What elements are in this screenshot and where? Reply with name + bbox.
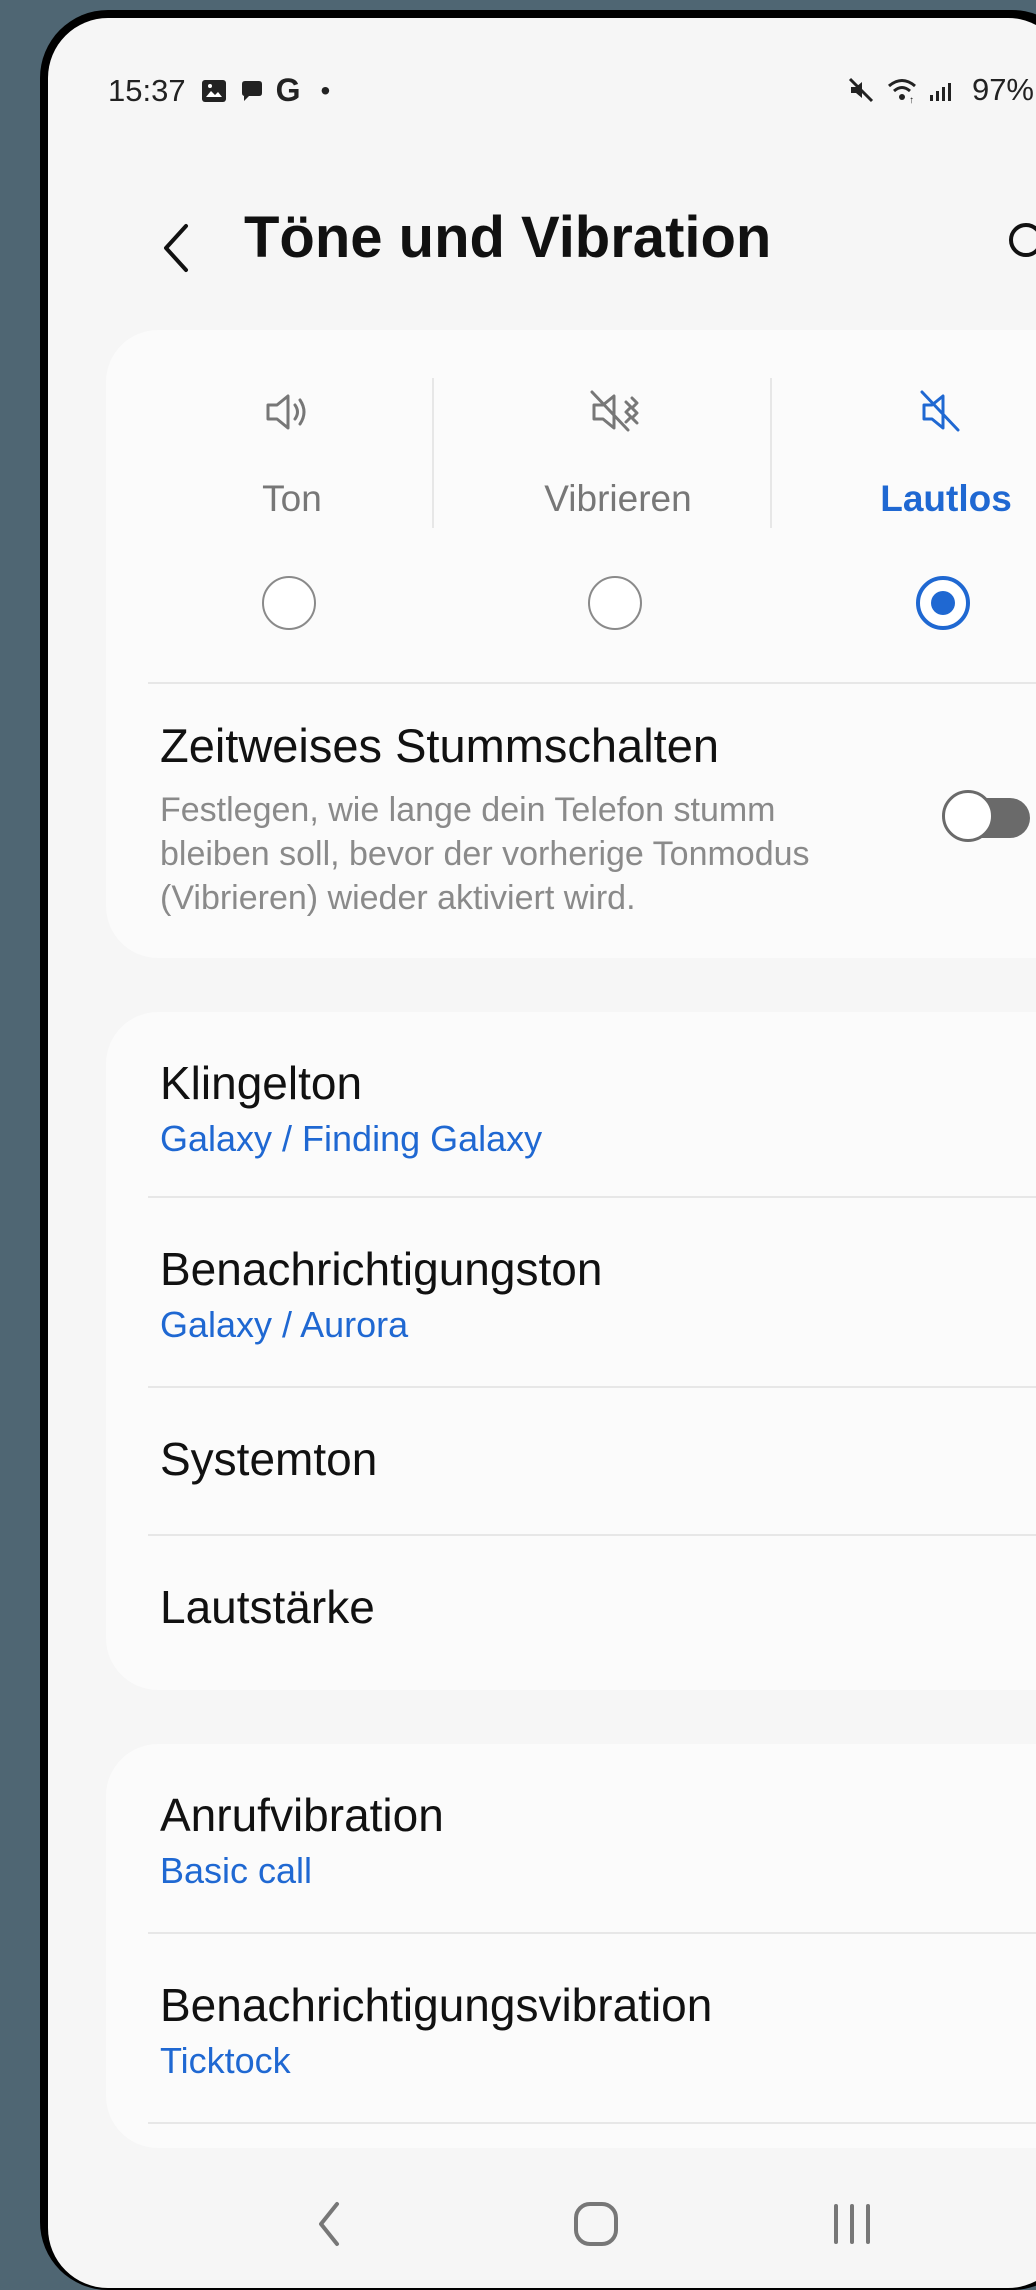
notification-vibration-row[interactable]: Benachrichtigungsvibration Ticktock [106,1934,1036,2124]
silent-mode-radio[interactable] [916,576,970,630]
status-right: ↑ 97% [846,72,1036,108]
status-left: 15:37 G • [108,72,330,109]
row-title: Klingelton [160,1057,363,1109]
vibrate-mode-option[interactable]: Vibrieren [458,330,778,650]
phone-screen: 15:37 G • ↑ 97% Töne und Vibration Ton V… [48,18,1036,2288]
vibration-settings-card: Anrufvibration Basic call Benachrichtigu… [106,1744,1036,2148]
battery-percentage: 97% [971,72,1034,107]
back-button[interactable] [152,218,202,278]
notification-tone-row[interactable]: Benachrichtigungston Galaxy / Aurora [106,1198,1036,1388]
row-subtitle: Galaxy / Aurora [160,1304,409,1345]
nav-back-button[interactable] [290,2184,370,2264]
google-icon: G [275,72,301,108]
temporary-mute-description: Festlegen, wie lange dein Telefon stumm … [160,791,810,917]
row-title: Lautstärke [160,1581,375,1633]
row-title: Systemton [160,1433,378,1485]
mute-icon [914,384,970,440]
sound-mode-label: Ton [262,478,322,519]
sound-mode-radio[interactable] [262,576,316,630]
wifi-icon: ↑ [886,75,918,105]
call-vibration-row[interactable]: Anrufvibration Basic call [106,1744,1036,1934]
vibrate-icon [586,384,642,440]
nav-home-button[interactable] [556,2184,636,2264]
row-subtitle: Galaxy / Finding Galaxy [160,1118,543,1159]
page-title: Töne und Vibration [244,205,772,270]
status-time: 15:37 [108,72,186,108]
volume-row[interactable]: Lautstärke [106,1536,1036,1690]
row-divider [148,2122,1036,2124]
section-divider [148,682,1036,684]
message-icon [238,77,266,105]
silent-mode-label: Lautlos [880,478,1012,519]
sound-mode-option[interactable]: Ton [132,330,452,650]
gallery-icon [200,77,228,105]
sound-icon [260,384,316,440]
status-bar: 15:37 G • ↑ 97% [108,54,1036,128]
status-dot: • [320,74,331,106]
svg-text:↑: ↑ [909,95,914,105]
row-title: Anrufvibration [160,1789,444,1841]
mute-icon [846,75,876,105]
toggle-thumb [942,790,994,842]
row-subtitle: Ticktock [160,2040,291,2081]
navigation-bar [96,2166,1036,2284]
row-subtitle: Basic call [160,1850,313,1891]
sound-mode-card: Ton Vibrieren Lautlos Zeitweises Stummsc… [106,330,1036,958]
title-bar: Töne und Vibration [108,190,1036,310]
row-title: Benachrichtigungston [160,1243,603,1295]
signal-icon [928,75,954,105]
search-button[interactable] [1004,218,1036,274]
mode-divider [770,378,772,528]
silent-mode-option[interactable]: Lautlos [786,330,1036,650]
temporary-mute-toggle[interactable] [942,790,1036,846]
temporary-mute-title: Zeitweises Stummschalten [160,719,719,772]
mode-divider [432,378,434,528]
system-tone-row[interactable]: Systemton [106,1388,1036,1536]
vibrate-mode-radio[interactable] [588,576,642,630]
ringtone-row[interactable]: Klingelton Galaxy / Finding Galaxy [106,1012,1036,1198]
vibrate-mode-label: Vibrieren [544,478,692,519]
sound-settings-card: Klingelton Galaxy / Finding Galaxy Benac… [106,1012,1036,1690]
nav-recent-apps-button[interactable] [812,2184,892,2264]
row-title: Benachrichtigungsvibration [160,1979,713,2031]
